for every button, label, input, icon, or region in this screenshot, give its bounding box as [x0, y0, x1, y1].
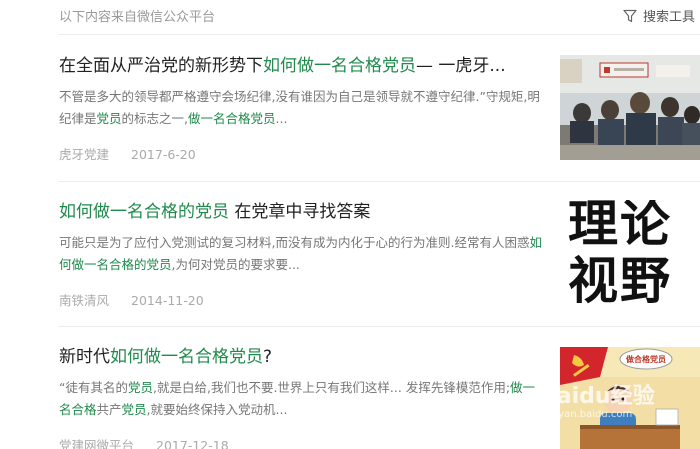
title-highlight: 如何做一名合格党员 — [110, 347, 263, 367]
result-thumbnail[interactable]: 做合格党员 — [560, 347, 700, 449]
divider — [59, 326, 700, 327]
title-highlight: 如何做一名合格的党员 — [59, 202, 229, 222]
summary-text: ,为何对党员的要求要... — [171, 257, 300, 272]
title-text: ? — [263, 347, 273, 367]
result-title[interactable]: 如何做一名合格的党员 在党章中寻找答案 — [59, 200, 539, 224]
result-meta: 党建网微平台 2017-12-18 — [59, 435, 229, 449]
search-tools-label: 搜索工具 — [643, 10, 696, 25]
result-item[interactable]: 新时代如何做一名合格党员? “徒有其名的党员,就是白给,我们也不要.世界上只有我… — [59, 345, 700, 449]
speech-bubble-text: 做合格党员 — [625, 354, 666, 364]
thumb-text-line-2: 视野 — [568, 252, 672, 310]
search-tools-button[interactable]: 搜索工具 — [623, 6, 695, 25]
result-title[interactable]: 新时代如何做一名合格党员? — [59, 345, 539, 369]
divider — [59, 181, 700, 182]
summary-text: 共产 — [96, 402, 122, 417]
filter-icon — [623, 9, 637, 22]
thumb-text-line-1: 理论 — [568, 200, 672, 253]
result-meta: 南铁清风 2014-11-20 — [59, 290, 204, 309]
source-note: 以下内容来自微信公众平台 — [59, 10, 216, 25]
publish-date: 2017-12-18 — [156, 438, 229, 449]
title-text: 在全面从严治党的新形势下 — [59, 56, 263, 76]
account-name[interactable]: 党建网微平台 — [59, 438, 134, 449]
result-summary: “徒有其名的党员,就是白给,我们也不要.世界上只有我们这样... 发挥先锋模范作… — [59, 377, 544, 421]
result-summary: 不管是多大的领导都严格遵守会场纪律,没有谁因为自己是领导就不遵守纪律.”守规矩,… — [59, 86, 544, 130]
summary-text: ... — [275, 111, 288, 126]
account-name[interactable]: 虎牙党建 — [59, 147, 109, 162]
search-results-page: 以下内容来自微信公众平台 搜索工具 在全面从严治党的新形势下如何做一名合格党员—… — [0, 0, 700, 449]
meeting-photo — [560, 55, 700, 160]
summary-highlight: 做一名合格党员 — [188, 111, 276, 126]
summary-text: ,就要始终保持入党动机... — [146, 402, 288, 417]
cartoon-illustration: 做合格党员 — [560, 347, 700, 449]
title-text: 新时代 — [59, 347, 110, 367]
result-meta: 虎牙党建 2017-6-20 — [59, 144, 196, 163]
publish-date: 2017-6-20 — [131, 147, 196, 162]
summary-highlight: 党员 — [127, 380, 153, 395]
result-item[interactable]: 在全面从严治党的新形势下如何做一名合格党员— 一虎牙... 不管是多大的领导都严… — [59, 54, 700, 174]
result-item[interactable]: 如何做一名合格的党员 在党章中寻找答案 可能只是为了应付入党测试的复习材料,而没… — [59, 200, 700, 320]
result-title[interactable]: 在全面从严治党的新形势下如何做一名合格党员— 一虎牙... — [59, 54, 539, 78]
summary-highlight: 党员 — [121, 402, 147, 417]
title-highlight: 如何做一名合格党员 — [263, 56, 416, 76]
results-header: 以下内容来自微信公众平台 搜索工具 — [0, 0, 700, 34]
divider — [59, 34, 700, 35]
summary-highlight: 党员 — [96, 111, 122, 126]
account-name[interactable]: 南铁清风 — [59, 293, 109, 308]
title-text: 在党章中寻找答案 — [229, 202, 371, 222]
summary-text: “徒有其名的 — [59, 380, 128, 395]
summary-text: 的标志之一, — [121, 111, 189, 126]
result-thumbnail[interactable] — [560, 55, 700, 160]
title-text: — 一虎牙... — [416, 56, 506, 76]
result-summary: 可能只是为了应付入党测试的复习材料,而没有成为内化于心的行为准则.经常有人困惑如… — [59, 232, 544, 276]
summary-text: ,就是白给,我们也不要.世界上只有我们这样... 发挥先锋模范作用; — [153, 380, 511, 395]
publish-date: 2014-11-20 — [131, 293, 204, 308]
summary-text: 可能只是为了应付入党测试的复习材料,而没有成为内化于心的行为准则.经常有人困惑 — [59, 235, 530, 250]
result-thumbnail[interactable]: 理论 视野 — [560, 200, 700, 310]
